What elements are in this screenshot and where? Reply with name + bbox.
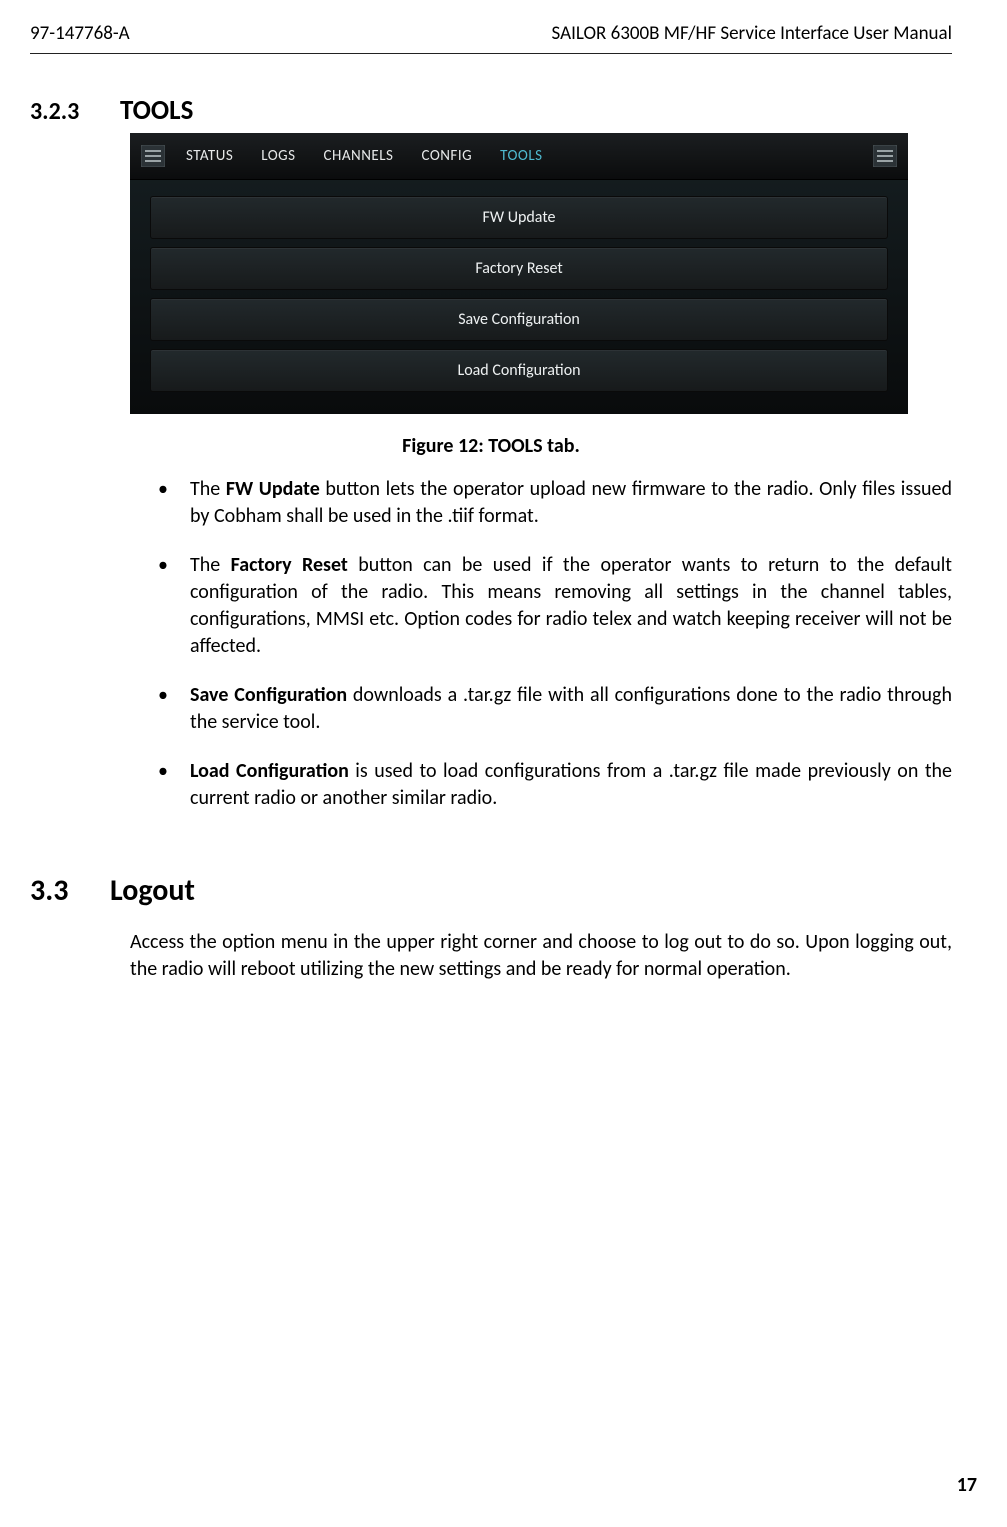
bullet-block: The FW Update button lets the operator u… [130,476,952,812]
tab-logs[interactable]: LOGS [261,147,295,165]
document-header: 97-147768-A SAILOR 6300B MF/HF Service I… [30,22,952,54]
section-3-2-3-heading: 3.2.3 TOOLS [30,94,952,127]
screenshot-topbar: STATUS LOGS CHANNELS CONFIG TOOLS [130,133,908,180]
bullet-factory-reset: The Factory Reset button can be used if … [130,552,952,660]
bullet-fw-update: The FW Update button lets the operator u… [130,476,952,530]
tab-status[interactable]: STATUS [186,147,233,165]
bullet-save-config: Save Configuration downloads a .tar.gz f… [130,682,952,736]
bullet-bold: Save Configuration [190,683,347,707]
tab-tools[interactable]: TOOLS [500,147,542,165]
section-title: TOOLS [120,94,193,127]
tab-channels[interactable]: CHANNELS [324,147,394,165]
section-title: Logout [110,872,195,909]
tools-screenshot: STATUS LOGS CHANNELS CONFIG TOOLS FW Upd… [130,133,908,414]
save-configuration-button[interactable]: Save Configuration [150,298,888,341]
bullet-text: The [190,553,231,577]
logout-paragraph-block: Access the option menu in the upper righ… [130,929,952,983]
fw-update-button[interactable]: FW Update [150,196,888,239]
factory-reset-button[interactable]: Factory Reset [150,247,888,290]
figure-caption: Figure 12: TOOLS tab. [30,434,952,458]
tab-config[interactable]: CONFIG [421,147,472,165]
section-3-3-heading: 3.3 Logout [30,872,952,909]
section-number: 3.2.3 [30,97,120,126]
bullet-load-config: Load Configuration is used to load confi… [130,758,952,812]
bullet-text: The [190,477,226,501]
logout-paragraph: Access the option menu in the upper righ… [130,929,952,983]
bullet-bold: Factory Reset [231,553,348,577]
screenshot-body: FW Update Factory Reset Save Configurati… [130,180,908,414]
menu-icon[interactable] [130,133,176,179]
page-number: 17 [957,1473,977,1497]
section-number: 3.3 [30,872,110,909]
doc-code: 97-147768-A [30,22,130,45]
options-icon[interactable] [862,133,908,179]
page-container: 97-147768-A SAILOR 6300B MF/HF Service I… [0,0,1007,1527]
doc-title: SAILOR 6300B MF/HF Service Interface Use… [552,22,952,45]
tab-bar: STATUS LOGS CHANNELS CONFIG TOOLS [176,133,543,179]
load-configuration-button[interactable]: Load Configuration [150,349,888,392]
bullet-bold: Load Configuration [190,759,349,783]
bullet-bold: FW Update [226,477,320,501]
